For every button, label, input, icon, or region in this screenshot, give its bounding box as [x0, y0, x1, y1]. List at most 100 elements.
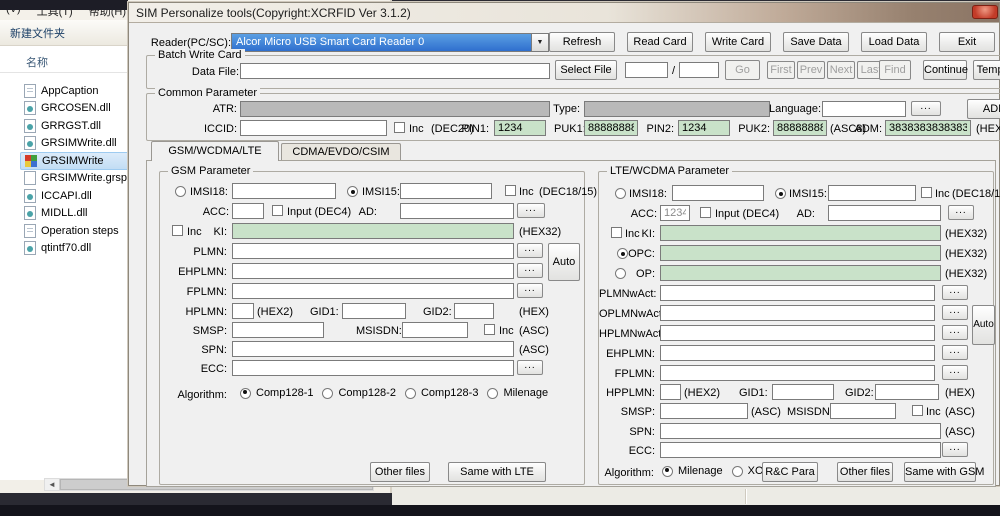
file-row[interactable]: GRSIMWrite — [20, 152, 138, 170]
adm-input[interactable] — [885, 120, 971, 136]
gsm-ad-browse-button[interactable]: ... — [517, 203, 545, 218]
puk1-input[interactable] — [584, 120, 638, 136]
gsm-ecc-browse-button[interactable]: ... — [517, 360, 543, 375]
go-button[interactable]: Go — [725, 60, 760, 80]
close-button[interactable] — [972, 5, 998, 19]
gsm-plmn-browse-button[interactable]: ... — [517, 243, 543, 258]
file-row[interactable]: MIDLL.dll — [20, 205, 138, 223]
lte-imsi15-input[interactable] — [828, 185, 916, 201]
file-row[interactable]: ICCAPI.dll — [20, 187, 138, 205]
gsm-acc-input[interactable] — [232, 203, 264, 219]
lte-plmnwact-input[interactable] — [660, 285, 935, 301]
file-row[interactable]: qtintf70.dll — [20, 240, 138, 258]
lte-fplmn-input[interactable] — [660, 365, 935, 381]
write-card-button[interactable]: Write Card — [705, 32, 771, 52]
comp128-2-radio[interactable] — [322, 387, 334, 399]
lte-acc-input[interactable] — [660, 205, 690, 221]
name-column-header[interactable]: 名称 — [26, 54, 48, 70]
file-row[interactable]: GRSIMWrite.dll — [20, 135, 138, 153]
comp128-3-radio[interactable] — [404, 387, 416, 399]
lte-imsi18-input[interactable] — [672, 185, 764, 201]
data-file-input[interactable] — [240, 63, 550, 79]
gsm-plmn-input[interactable] — [232, 243, 514, 259]
next-button[interactable]: Next — [827, 61, 855, 79]
exit-button[interactable]: Exit — [939, 32, 995, 52]
gsm-msisdn-input[interactable] — [402, 322, 468, 338]
puk2-input[interactable] — [773, 120, 827, 136]
dropdown-arrow-icon[interactable]: ▼ — [531, 34, 548, 51]
adn-button[interactable]: ADN — [967, 99, 1000, 119]
save-data-button[interactable]: Save Data — [783, 32, 849, 52]
lte-ki-input[interactable] — [660, 225, 941, 241]
file-row[interactable]: AppCaption — [20, 82, 138, 100]
gsm-acc-input-checkbox[interactable] — [272, 205, 283, 216]
lte-auto-button[interactable]: Auto — [972, 305, 995, 345]
language-input[interactable] — [822, 101, 906, 117]
lte-hpplmn-input[interactable] — [660, 384, 681, 400]
gsm-same-with-lte-button[interactable]: Same with LTE — [448, 462, 546, 482]
lte-ecc-browse-button[interactable]: ... — [942, 442, 968, 457]
gsm-fplmn-input[interactable] — [232, 283, 514, 299]
lte-ad-input[interactable] — [828, 205, 941, 221]
gsm-imsi15-input[interactable] — [400, 183, 492, 199]
lte-oplmnwact-input[interactable] — [660, 305, 935, 321]
lte-smsp-input[interactable] — [660, 403, 748, 419]
record-index-input[interactable] — [625, 62, 668, 78]
file-row[interactable]: Operation steps — [20, 222, 138, 240]
gsm-imsi15-radio[interactable] — [347, 186, 358, 197]
lte-imsi-inc-checkbox[interactable] — [921, 187, 932, 198]
lte-op-input[interactable] — [660, 265, 941, 281]
comp128-1-radio[interactable] — [240, 387, 251, 399]
gsm-spn-input[interactable] — [232, 341, 514, 357]
language-browse-button[interactable]: ... — [911, 101, 941, 116]
lte-ad-browse-button[interactable]: ... — [948, 205, 974, 220]
lte-opc-input[interactable] — [660, 245, 941, 261]
lte-hplmnwact-browse-button[interactable]: ... — [942, 325, 968, 340]
find-button[interactable]: Find — [879, 60, 911, 80]
continue-button[interactable]: Continue — [923, 60, 968, 80]
lte-fplmn-browse-button[interactable]: ... — [942, 365, 968, 380]
gsm-ki-input[interactable] — [232, 223, 514, 239]
file-row[interactable]: GRSIMWrite.grsp — [20, 170, 138, 188]
titlebar[interactable]: SIM Personalize tools(Copyright:XCRFID V… — [129, 3, 999, 23]
lte-msisdn-input[interactable] — [830, 403, 896, 419]
gsm-gid1-input[interactable] — [342, 303, 406, 319]
lte-oplmnwact-browse-button[interactable]: ... — [942, 305, 968, 320]
lte-rc-para-button[interactable]: R&C Para — [762, 462, 818, 482]
iccid-input[interactable] — [240, 120, 387, 136]
iccid-inc-checkbox[interactable] — [394, 122, 405, 133]
new-folder-button[interactable]: 新建文件夹 — [10, 25, 65, 41]
first-button[interactable]: First — [767, 61, 795, 79]
file-row[interactable]: GRRGST.dll — [20, 117, 138, 135]
refresh-button[interactable]: Refresh — [549, 32, 615, 52]
gsm-hplmn-input[interactable] — [232, 303, 254, 319]
gsm-gid2-input[interactable] — [454, 303, 494, 319]
reader-select[interactable]: Alcor Micro USB Smart Card Reader 0 ▼ — [231, 33, 549, 52]
select-file-button[interactable]: Select File — [555, 60, 617, 80]
template-button[interactable]: Template — [973, 60, 1000, 80]
record-total-input[interactable] — [679, 62, 719, 78]
tab-gsm-wcdma-lte[interactable]: GSM/WCDMA/LTE — [151, 141, 279, 161]
gsm-auto-button[interactable]: Auto — [548, 243, 580, 281]
lte-imsi15-radio[interactable] — [775, 188, 786, 199]
gsm-ehplmn-input[interactable] — [232, 263, 514, 279]
lte-ehplmn-browse-button[interactable]: ... — [942, 345, 968, 360]
lte-imsi18-radio[interactable] — [615, 188, 626, 199]
gsm-ecc-input[interactable] — [232, 360, 514, 376]
lte-hplmnwact-input[interactable] — [660, 325, 935, 341]
pin2-input[interactable] — [678, 120, 730, 136]
lte-ehplmn-input[interactable] — [660, 345, 935, 361]
gsm-ki-inc-checkbox[interactable] — [172, 225, 183, 236]
tab-cdma-evdo-csim[interactable]: CDMA/EVDO/CSIM — [281, 143, 401, 161]
gsm-ehplmn-browse-button[interactable]: ... — [517, 263, 543, 278]
lte-msisdn-inc-checkbox[interactable] — [912, 405, 923, 416]
gsm-msisdn-inc-checkbox[interactable] — [484, 324, 495, 335]
pin1-input[interactable] — [494, 120, 546, 136]
gsm-imsi-inc-checkbox[interactable] — [505, 185, 516, 196]
lte-other-files-button[interactable]: Other files — [837, 462, 893, 482]
lte-same-with-gsm-button[interactable]: Same with GSM — [904, 462, 984, 482]
milenage-radio[interactable] — [487, 387, 499, 399]
gsm-fplmn-browse-button[interactable]: ... — [517, 283, 543, 298]
scroll-left-arrow-icon[interactable]: ◄ — [45, 479, 60, 490]
lte-acc-input-checkbox[interactable] — [700, 207, 711, 218]
